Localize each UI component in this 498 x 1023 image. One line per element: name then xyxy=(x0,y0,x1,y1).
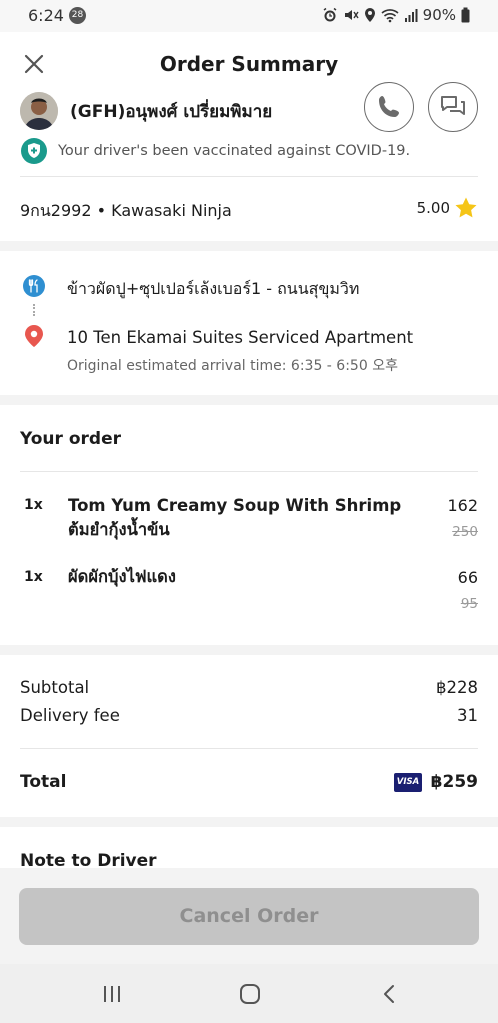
subtotal-value: ฿228 xyxy=(436,678,478,697)
vaccination-text: Your driver's been vaccinated against CO… xyxy=(58,143,411,159)
item-original-price: 250 xyxy=(452,524,478,540)
driver-rating: 5.00 xyxy=(417,196,478,220)
route-card: ข้าวผัดปู+ซุปเปอร์เล้งเบอร์1 - ถนนสุขุมว… xyxy=(0,251,498,395)
vehicle-info: 9กน2992 • Kawasaki Ninja xyxy=(20,201,232,220)
driver-avatar xyxy=(20,92,58,130)
order-title: Your order xyxy=(20,429,121,449)
item-name: Tom Yum Creamy Soup With Shrimp xyxy=(68,496,402,515)
status-time: 6:24 xyxy=(28,6,64,25)
item-name-thai: ต้มยำกุ้งน้ำข้น xyxy=(68,520,170,539)
call-button[interactable] xyxy=(364,82,414,132)
total-label: Total xyxy=(20,772,67,792)
location-icon xyxy=(364,8,375,22)
estimated-arrival: Original estimated arrival time: 6:35 - … xyxy=(67,358,398,374)
shield-plus-icon xyxy=(21,138,47,164)
section-gap xyxy=(0,395,498,405)
recent-apps-icon xyxy=(104,986,120,1002)
destination-name: 10 Ten Ekamai Suites Serviced Apartment xyxy=(67,328,414,347)
system-nav-bar xyxy=(0,964,498,1023)
item-quantity: 1x xyxy=(24,569,43,585)
restaurant-name: ข้าวผัดปู+ซุปเปอร์เล้งเบอร์1 - ถนนสุขุมว… xyxy=(67,279,360,298)
delivery-fee-label: Delivery fee xyxy=(20,706,120,725)
vaccination-notice: Your driver's been vaccinated against CO… xyxy=(20,137,410,165)
location-pin-icon xyxy=(25,325,43,347)
item-quantity: 1x xyxy=(24,497,43,513)
route-connector xyxy=(33,304,35,316)
item-original-price: 95 xyxy=(460,596,478,612)
mute-icon xyxy=(344,10,359,20)
phone-icon xyxy=(379,96,399,117)
delivery-fee-value: 31 xyxy=(457,706,478,725)
section-gap xyxy=(0,817,498,827)
battery-icon xyxy=(461,7,470,23)
divider xyxy=(20,471,478,472)
fork-knife-icon xyxy=(23,275,45,297)
home-icon xyxy=(240,984,260,1004)
chat-button[interactable] xyxy=(428,82,478,132)
wifi-icon xyxy=(381,9,399,23)
status-icons: 90% xyxy=(322,6,470,24)
visa-card-badge: VISA xyxy=(394,773,422,792)
back-icon xyxy=(384,985,394,1003)
cancel-order-button[interactable]: Cancel Order xyxy=(19,888,479,945)
star-icon xyxy=(455,197,477,218)
section-gap xyxy=(0,645,498,655)
divider xyxy=(20,176,478,177)
app-header: Order Summary xyxy=(0,32,498,96)
item-name: ผัดผักบุ้งไฟแดง xyxy=(68,567,176,586)
note-card: Note to Driver xyxy=(0,827,498,871)
totals-card: Subtotal ฿228 Delivery fee 31 Total VISA… xyxy=(0,655,498,817)
alarm-icon xyxy=(323,7,337,22)
signal-icon xyxy=(404,9,418,22)
home-button[interactable] xyxy=(238,982,262,1006)
bottom-action-bar: Cancel Order xyxy=(0,868,498,964)
page-title: Order Summary xyxy=(159,52,339,76)
rating-value: 5.00 xyxy=(416,199,450,217)
notification-badge: 28 xyxy=(69,7,86,24)
driver-name: (GFH)อนุพงศ์ เปรี่ยมพิมาย xyxy=(70,102,273,122)
section-gap xyxy=(0,241,498,251)
item-price: 162 xyxy=(447,496,478,515)
order-card: Your order 1x Tom Yum Creamy Soup With S… xyxy=(0,405,498,645)
divider xyxy=(20,748,478,749)
chat-icon xyxy=(441,96,465,115)
subtotal-label: Subtotal xyxy=(20,678,90,697)
item-price: 66 xyxy=(457,568,478,587)
driver-card: (GFH)อนุพงศ์ เปรี่ยมพิมาย Your driver's … xyxy=(0,82,498,241)
recent-apps-button[interactable] xyxy=(100,982,124,1006)
battery-percent: 90% xyxy=(422,6,456,24)
status-bar: 6:24 28 90% xyxy=(0,0,498,32)
back-button[interactable] xyxy=(378,982,402,1006)
total-value: ฿259 xyxy=(430,772,478,792)
